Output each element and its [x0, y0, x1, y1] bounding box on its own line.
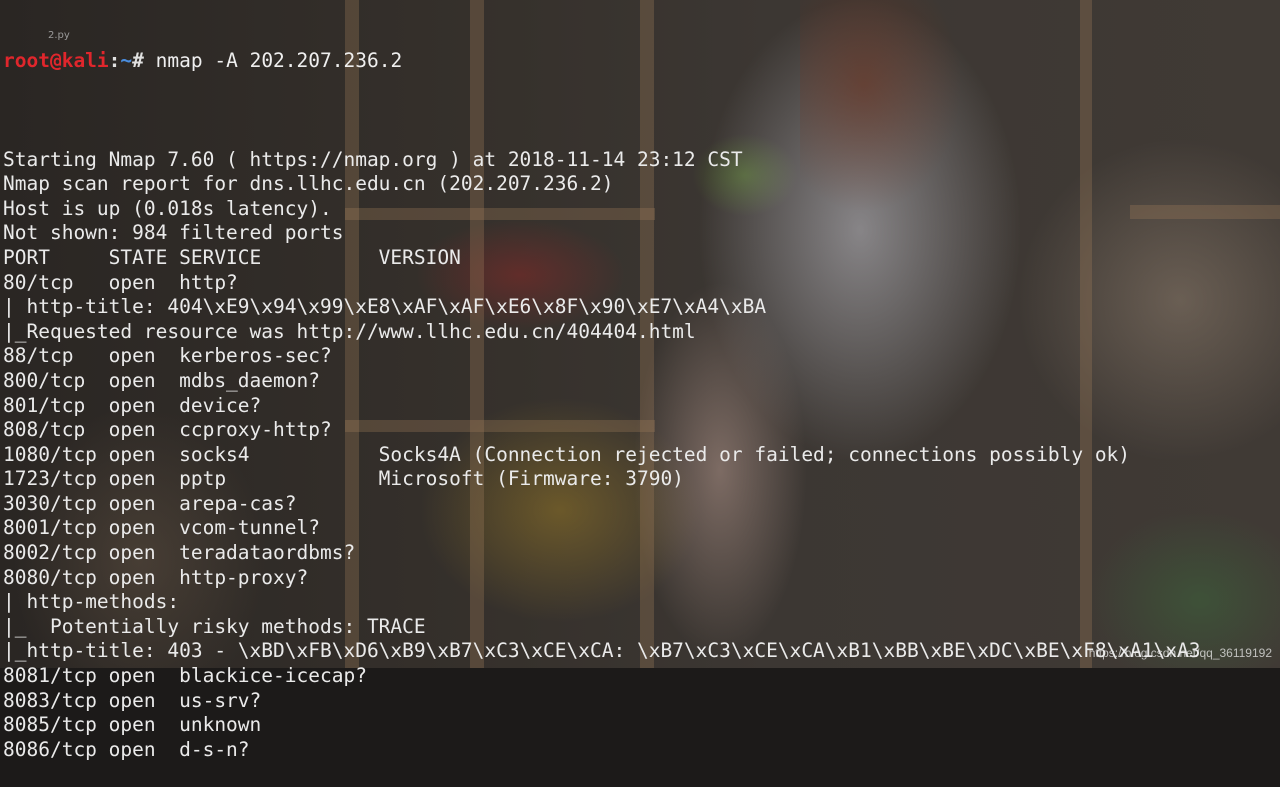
terminal-line: 1080/tcp open socks4 Socks4A (Connection…	[3, 442, 1131, 466]
prompt-user-host: root@kali	[3, 49, 109, 73]
terminal-line: |_ Potentially risky methods: TRACE	[3, 614, 426, 638]
terminal-line: Host is up (0.018s latency).	[3, 196, 332, 220]
command-text: nmap -A 202.207.236.2	[155, 49, 403, 73]
terminal-line: |_Requested resource was http://www.llhc…	[3, 319, 696, 343]
prompt-separator: :	[108, 49, 121, 73]
terminal-line: PORT STATE SERVICE VERSION	[3, 245, 461, 269]
terminal-line: 80/tcp open http?	[3, 270, 238, 294]
terminal-line: 8083/tcp open us-srv?	[3, 688, 262, 712]
watermark: https://blog.csdn.net/qq_36119192	[1088, 646, 1272, 660]
terminal-line: 8001/tcp open vcom-tunnel?	[3, 516, 320, 540]
terminal-line: 8080/tcp open http-proxy?	[3, 565, 309, 589]
terminal-line: 3030/tcp open arepa-cas?	[3, 491, 297, 515]
prompt-path: ~	[120, 49, 133, 73]
terminal-line: 808/tcp open ccproxy-http?	[3, 418, 332, 442]
terminal-line: Nmap scan report for dns.llhc.edu.cn (20…	[3, 172, 614, 196]
terminal-line: Starting Nmap 7.60 ( https://nmap.org ) …	[3, 147, 743, 171]
terminal-line: 8085/tcp open unknown	[3, 713, 262, 737]
terminal-line: 8002/tcp open teradataordbms?	[3, 541, 356, 565]
terminal-line: | http-title: 404\xE9\x94\x99\xE8\xAF\xA…	[3, 295, 767, 319]
scan-output: Starting Nmap 7.60 ( https://nmap.org ) …	[3, 123, 1280, 762]
terminal-line: 1723/tcp open pptp Microsoft (Firmware: …	[3, 467, 684, 491]
terminal-line: | http-methods:	[3, 590, 180, 614]
terminal-output[interactable]: root@kali:~# nmap -A 202.207.236.2 Start…	[0, 0, 1280, 761]
terminal-line: Not shown: 984 filtered ports	[3, 221, 344, 245]
terminal-line: 801/tcp open device?	[3, 393, 262, 417]
terminal-line: 88/tcp open kerberos-sec?	[3, 344, 332, 368]
prompt-line: root@kali:~# nmap -A 202.207.236.2	[3, 49, 1280, 74]
prompt-symbol: #	[132, 49, 156, 73]
terminal-line: 800/tcp open mdbs_daemon?	[3, 368, 320, 392]
terminal-line: 8086/tcp open d-s-n?	[3, 737, 250, 761]
